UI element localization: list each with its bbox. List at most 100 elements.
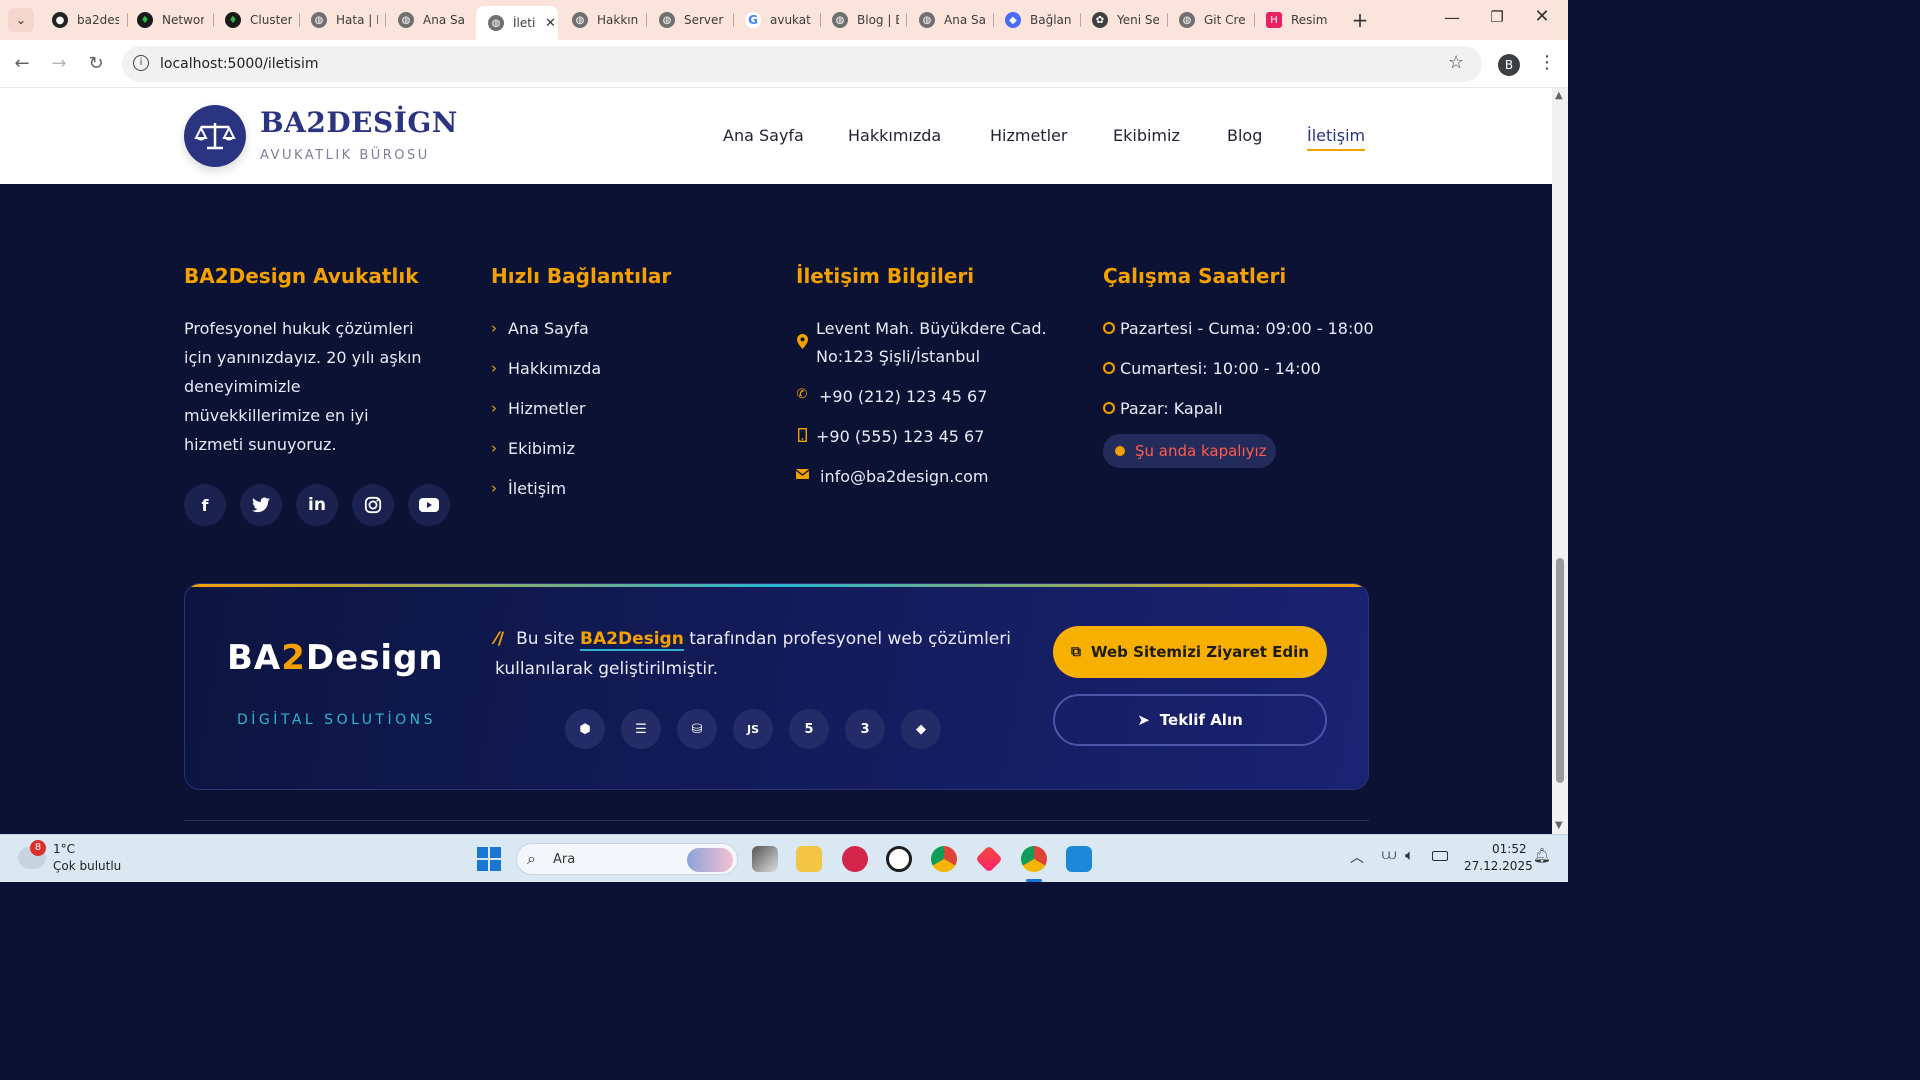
- map-pin-icon: [796, 334, 808, 353]
- browser-tab[interactable]: ◍ Blog | E: [820, 6, 905, 34]
- chevron-right-icon: ›: [491, 439, 497, 457]
- clock-date[interactable]: 27.12.2025: [1464, 859, 1533, 873]
- close-window-icon[interactable]: ✕: [1530, 6, 1554, 27]
- battery-icon[interactable]: [1432, 851, 1448, 861]
- file-explorer-icon[interactable]: [796, 846, 822, 872]
- new-tab-button[interactable]: +: [1348, 8, 1372, 32]
- browser-tab[interactable]: ◆ Bağlan: [993, 6, 1078, 34]
- app-diamond-icon[interactable]: [975, 845, 1003, 873]
- chrome-profile-icon[interactable]: [1021, 846, 1047, 872]
- footer-link-hakkimizda[interactable]: Hakkımızda: [508, 359, 601, 378]
- twitter-icon[interactable]: [240, 484, 282, 526]
- browser-tab[interactable]: ✿ Yeni Se: [1080, 6, 1165, 34]
- browser-tab-active[interactable]: ◍ İleti ✕: [476, 6, 558, 40]
- google-icon: G: [745, 12, 761, 28]
- media-player-icon[interactable]: [842, 846, 868, 872]
- globe-icon: ◍: [311, 12, 327, 28]
- browser-tab[interactable]: ♦ Networ: [125, 6, 210, 34]
- get-quote-button[interactable]: ➤ Teklif Alın: [1053, 694, 1327, 746]
- weather-badge: 8: [30, 840, 46, 856]
- browser-tab[interactable]: Gavukat: [733, 6, 818, 34]
- footer-link-ana-sayfa[interactable]: Ana Sayfa: [508, 319, 589, 338]
- logo-badge[interactable]: [184, 105, 246, 167]
- weather-description[interactable]: Çok bulutlu: [53, 859, 121, 873]
- nav-link-ana-sayfa[interactable]: Ana Sayfa: [723, 126, 804, 145]
- bookmark-star-icon[interactable]: ☆: [1448, 52, 1464, 73]
- linkedin-icon[interactable]: in: [296, 484, 338, 526]
- contact-phone[interactable]: +90 (212) 123 45 67: [819, 387, 987, 406]
- clock-time[interactable]: 01:52: [1492, 842, 1527, 856]
- css3-icon: 3: [845, 709, 885, 749]
- tab-search-button[interactable]: ⌄: [8, 8, 34, 32]
- weather-temp[interactable]: 1°C: [53, 842, 75, 856]
- globe-icon: ◍: [572, 12, 588, 28]
- developer-credit-card: BA2Design DİGİTAL SOLUTİONS ⁄∕ Bu site BA…: [184, 583, 1369, 790]
- notifications-bell-icon[interactable]: 🔔︎: [1533, 848, 1551, 864]
- page-scrollbar[interactable]: ▲ ▼: [1552, 88, 1568, 834]
- browser-tab[interactable]: ◍ Hakkın: [560, 6, 645, 34]
- reload-icon[interactable]: ↻: [84, 53, 108, 74]
- open-status-badge: Şu anda kapalıyız: [1103, 434, 1276, 468]
- ba2design-link[interactable]: BA2Design: [580, 629, 684, 651]
- browser-tab[interactable]: ◍ Ana Sa: [386, 6, 471, 34]
- site-info-icon[interactable]: i: [133, 55, 149, 71]
- browser-tab[interactable]: ◍ Ana Sa: [907, 6, 992, 34]
- visit-website-button[interactable]: ⧉ Web Sitemizi Ziyaret Edin: [1053, 626, 1327, 678]
- contact-mobile[interactable]: +90 (555) 123 45 67: [816, 427, 984, 446]
- show-hidden-icons-chevron-icon[interactable]: ︿: [1350, 847, 1364, 867]
- close-icon[interactable]: ✕: [545, 16, 556, 31]
- logo-title[interactable]: BA2DESİGN: [260, 106, 458, 139]
- footer-about-line: Profesyonel hukuk çözümleri: [184, 319, 414, 338]
- scroll-up-arrow-icon[interactable]: ▲: [1555, 90, 1563, 101]
- browser-tab[interactable]: ◍Hata | E: [299, 6, 384, 34]
- chevron-right-icon: ›: [491, 479, 497, 497]
- footer-link-ekibimiz[interactable]: Ekibimiz: [508, 439, 575, 458]
- address-bar[interactable]: i localhost:5000/iletisim ☆: [122, 46, 1482, 82]
- nav-link-hizmetler[interactable]: Hizmetler: [990, 126, 1067, 145]
- back-arrow-icon[interactable]: ←: [10, 53, 34, 74]
- volume-icon[interactable]: 🔈︎: [1405, 846, 1414, 864]
- contact-email[interactable]: info@ba2design.com: [820, 467, 988, 486]
- facebook-icon[interactable]: f: [184, 484, 226, 526]
- youtube-icon[interactable]: [408, 484, 450, 526]
- whatsapp-icon[interactable]: [886, 846, 912, 872]
- html5-icon: 5: [789, 709, 829, 749]
- browser-tab[interactable]: ♦ Cluster: [213, 6, 298, 34]
- restore-icon[interactable]: ❐: [1485, 8, 1509, 26]
- vscode-icon[interactable]: [1066, 846, 1092, 872]
- browser-tab[interactable]: ●ba2desi: [40, 6, 122, 34]
- browser-tab[interactable]: ◍Server I: [647, 6, 732, 34]
- windows-start-icon[interactable]: [477, 847, 501, 871]
- nav-link-iletisim[interactable]: İletişim: [1307, 126, 1366, 151]
- profile-avatar[interactable]: B: [1498, 54, 1520, 76]
- git-icon: ◆: [901, 709, 941, 749]
- footer-link-hizmetler[interactable]: Hizmetler: [508, 399, 585, 418]
- nav-link-blog[interactable]: Blog: [1227, 126, 1262, 145]
- credit-text: ⁄∕ Bu site BA2Design tarafından profesyon…: [495, 629, 1011, 679]
- browser-menu-icon[interactable]: ⋮: [1538, 52, 1556, 73]
- browser-tab[interactable]: ◍ Git Cre: [1167, 6, 1252, 34]
- footer-link-iletisim[interactable]: İletişim: [508, 479, 566, 498]
- server-icon: ☰: [621, 709, 661, 749]
- chevron-right-icon: ›: [491, 359, 497, 377]
- ba2design-brand-logo[interactable]: BA2Design: [227, 638, 444, 678]
- taskbar-search-box[interactable]: ⌕ Ara: [516, 843, 738, 875]
- paper-plane-icon: ➤: [1137, 711, 1150, 729]
- browser-tab[interactable]: H Resim: [1254, 6, 1339, 34]
- nav-link-hakkimizda[interactable]: Hakkımızda: [848, 126, 941, 145]
- open-status-text: Şu anda kapalıyız: [1135, 442, 1267, 460]
- footer-about-line: deneyimimizle: [184, 377, 301, 396]
- code-icon: ⁄∕: [495, 629, 505, 649]
- minimize-icon[interactable]: —: [1440, 8, 1464, 27]
- scrollbar-thumb[interactable]: [1556, 558, 1564, 783]
- chrome-icon[interactable]: [931, 846, 957, 872]
- hours-sunday: Pazar: Kapalı: [1120, 399, 1223, 418]
- task-view-icon[interactable]: [752, 846, 778, 872]
- scroll-down-arrow-icon[interactable]: ▼: [1555, 820, 1563, 831]
- wifi-icon[interactable]: ⩊: [1382, 847, 1396, 863]
- url-text[interactable]: localhost:5000/iletisim: [160, 56, 319, 72]
- nav-link-ekibimiz[interactable]: Ekibimiz: [1113, 126, 1180, 145]
- clock-icon: [1103, 322, 1115, 334]
- forward-arrow-icon[interactable]: →: [47, 53, 71, 74]
- instagram-icon[interactable]: [352, 484, 394, 526]
